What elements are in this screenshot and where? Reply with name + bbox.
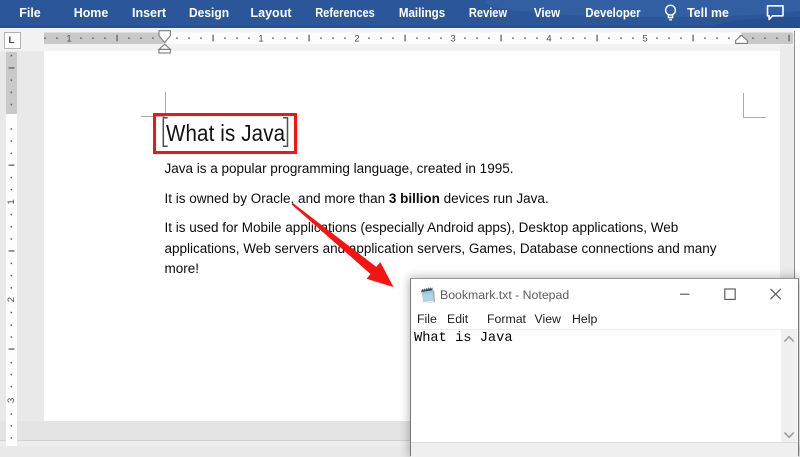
svg-text:1: 1 [66, 33, 71, 44]
svg-text:2: 2 [6, 297, 17, 302]
svg-text:4: 4 [546, 33, 551, 44]
svg-text:2: 2 [354, 33, 359, 44]
svg-text:3: 3 [450, 33, 455, 44]
svg-text:3: 3 [6, 398, 17, 403]
svg-text:1: 1 [258, 33, 263, 44]
svg-text:5: 5 [642, 33, 647, 44]
svg-text:1: 1 [6, 199, 17, 204]
